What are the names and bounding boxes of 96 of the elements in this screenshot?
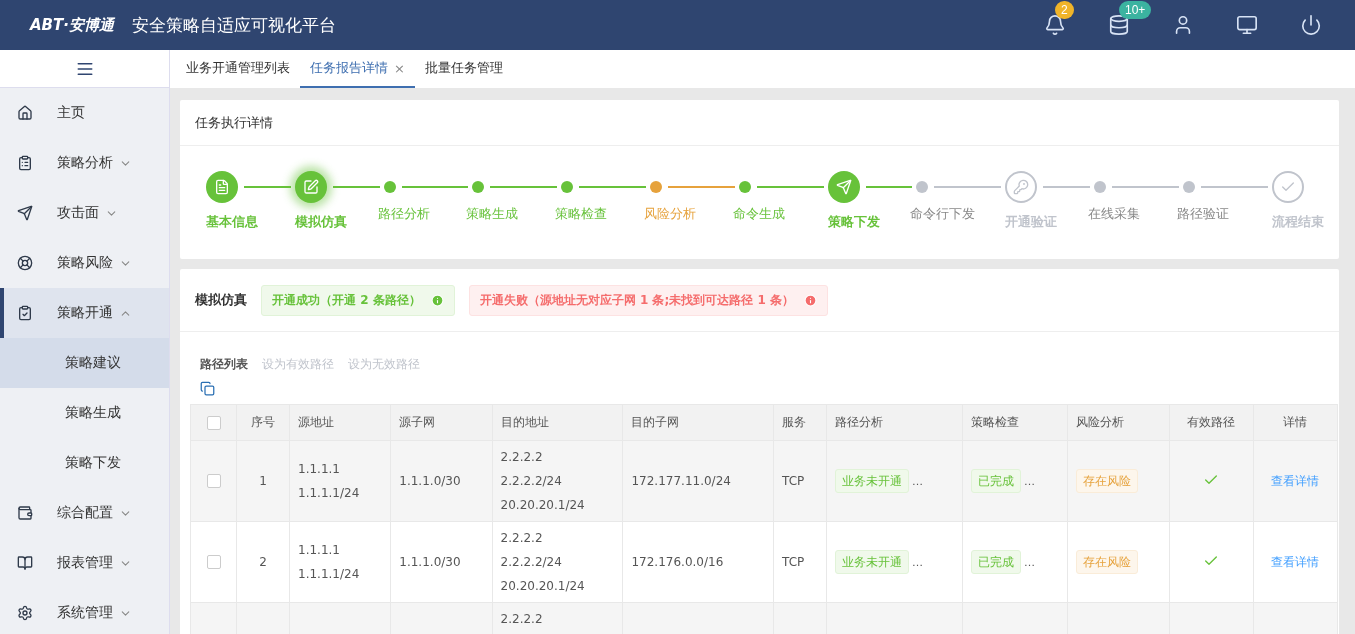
power-icon bbox=[1300, 14, 1322, 36]
card-title: 任务执行详情 bbox=[195, 113, 273, 132]
column-header: 目的子网 bbox=[622, 404, 774, 441]
table-cell-text: TCP bbox=[782, 473, 806, 490]
checkbox[interactable] bbox=[206, 474, 221, 489]
clipboard-check-icon bbox=[17, 305, 33, 321]
count-badge: 10+ bbox=[1119, 1, 1152, 19]
step-label: 在线采集 bbox=[1087, 206, 1141, 223]
column-header: 策略检查 bbox=[962, 404, 1068, 441]
column-header: 源子网 bbox=[390, 404, 493, 441]
table-cell-text: 1 bbox=[258, 473, 268, 490]
checkbox[interactable] bbox=[206, 415, 221, 430]
clipboard-icon bbox=[17, 155, 33, 171]
step-label: 路径验证 bbox=[1176, 206, 1230, 223]
more-ellipsis: … bbox=[912, 474, 924, 488]
more-ellipsis: … bbox=[912, 555, 924, 569]
status-tag: 已完成 bbox=[970, 550, 1021, 574]
column-header: 服务 bbox=[773, 404, 827, 441]
table-cell-text: 1.1.1.0/30 bbox=[399, 554, 462, 571]
table-cell-text: 2.2.2.2 bbox=[500, 530, 544, 547]
column-header: 有效路径 bbox=[1169, 404, 1254, 441]
table-cell-text: 1.1.1.1 bbox=[298, 461, 341, 478]
key-icon bbox=[1013, 179, 1030, 195]
table-cell-text: 1.1.1.0/30 bbox=[399, 473, 462, 490]
checkbox[interactable] bbox=[206, 555, 221, 570]
edit-icon bbox=[302, 179, 319, 195]
sidebar-item[interactable]: 策略分析 bbox=[0, 138, 169, 188]
count-badge: 2 bbox=[1055, 1, 1074, 19]
table-cell-text: TCP bbox=[782, 554, 806, 571]
column-header: 源地址 bbox=[289, 404, 391, 441]
monitor-icon bbox=[1236, 14, 1258, 36]
column-header: 序号 bbox=[236, 404, 290, 441]
list-title: 路径列表 bbox=[200, 356, 248, 373]
table-cell-text: 2 bbox=[258, 554, 268, 571]
lifebuoy-icon bbox=[17, 255, 33, 271]
table-cell-text: 2.2.2.2/24 bbox=[500, 554, 563, 571]
step-label: 模拟仿真 bbox=[294, 214, 348, 231]
status-tag: 存在风险 bbox=[1075, 469, 1138, 493]
sidebar-item[interactable]: 策略开通 bbox=[0, 288, 169, 338]
table-cell-text: 20.20.20.1/24 bbox=[500, 578, 586, 595]
step-label: 命令行下发 bbox=[910, 206, 977, 223]
wallet-icon bbox=[17, 505, 33, 521]
table-cell-text: 172.177.11.0/24 bbox=[631, 473, 732, 490]
column-header: 路径分析 bbox=[826, 404, 963, 441]
settings-icon bbox=[17, 605, 33, 621]
info-icon bbox=[430, 293, 444, 307]
column-header: 详情 bbox=[1253, 404, 1338, 441]
paper-plane-icon bbox=[835, 179, 852, 195]
table-cell-text: 2.2.2.2 bbox=[500, 611, 544, 628]
table-cell-text: 2.2.2.2/24 bbox=[500, 473, 563, 490]
status-tag: 存在风险 bbox=[1075, 550, 1138, 574]
table-cell-text: 2.2.2.2 bbox=[500, 449, 544, 466]
more-ellipsis: … bbox=[1023, 555, 1035, 569]
copy-icon[interactable] bbox=[200, 381, 215, 396]
table-cell-text: 172.176.0.0/16 bbox=[631, 554, 725, 571]
database-icon bbox=[1108, 14, 1130, 36]
table-cell-text: 1.1.1.1 bbox=[298, 542, 341, 559]
step-label: 开通验证 bbox=[1005, 214, 1059, 231]
logo: ABT·安博通 bbox=[30, 15, 114, 35]
sidebar-item[interactable]: 报表管理 bbox=[0, 538, 169, 588]
info-icon bbox=[803, 293, 817, 307]
sidebar-item[interactable]: 综合配置 bbox=[0, 488, 169, 538]
home-icon bbox=[17, 105, 33, 121]
sidebar-item[interactable]: 主页 bbox=[0, 88, 169, 138]
sidebar-item[interactable]: 攻击面 bbox=[0, 188, 169, 238]
step-label: 风险分析 bbox=[644, 206, 697, 223]
document-icon bbox=[214, 179, 230, 195]
step-label: 命令生成 bbox=[732, 206, 786, 223]
section-title: 模拟仿真 bbox=[195, 291, 247, 309]
step-label: 策略检查 bbox=[555, 206, 609, 223]
book-icon bbox=[17, 555, 33, 571]
status-tag: 业务未开通 bbox=[835, 469, 910, 493]
tab[interactable]: 批量任务管理 bbox=[414, 50, 513, 88]
table-cell-text: 20.20.20.1/24 bbox=[500, 497, 586, 514]
more-ellipsis: … bbox=[1023, 474, 1035, 488]
sidebar-item[interactable]: 策略风险 bbox=[0, 238, 169, 288]
column-header: 风险分析 bbox=[1067, 404, 1170, 441]
step-label: 流程结束 bbox=[1271, 214, 1325, 231]
bell-icon bbox=[1044, 14, 1066, 36]
close-icon[interactable]: × bbox=[394, 60, 405, 76]
alert-text: 开通成功（开通 2 条路径） bbox=[272, 291, 421, 309]
column-header: 目的地址 bbox=[492, 404, 623, 441]
step-label: 策略下发 bbox=[827, 214, 881, 231]
status-tag: 已完成 bbox=[970, 469, 1021, 493]
status-tag: 业务未开通 bbox=[835, 550, 910, 574]
sidebar-item[interactable]: 系统管理 bbox=[0, 588, 169, 634]
table-cell-text: 1.1.1.1/24 bbox=[298, 485, 361, 502]
sidebar-subitem[interactable]: 策略建议 bbox=[0, 338, 169, 388]
tab[interactable]: 业务开通管理列表 bbox=[176, 50, 300, 88]
sidebar-subitem[interactable]: 策略下发 bbox=[0, 438, 169, 488]
alert-text: 开通失败（源地址无对应子网 1 条;未找到可达路径 1 条） bbox=[479, 291, 794, 309]
table-cell-text: 1.1.1.1/24 bbox=[298, 566, 361, 583]
step-label: 基本信息 bbox=[206, 214, 259, 231]
sidebar-subitem[interactable]: 策略生成 bbox=[0, 388, 169, 438]
app-title: 安全策略自适应可视化平台 bbox=[132, 13, 336, 37]
paper-plane-icon bbox=[17, 205, 33, 221]
